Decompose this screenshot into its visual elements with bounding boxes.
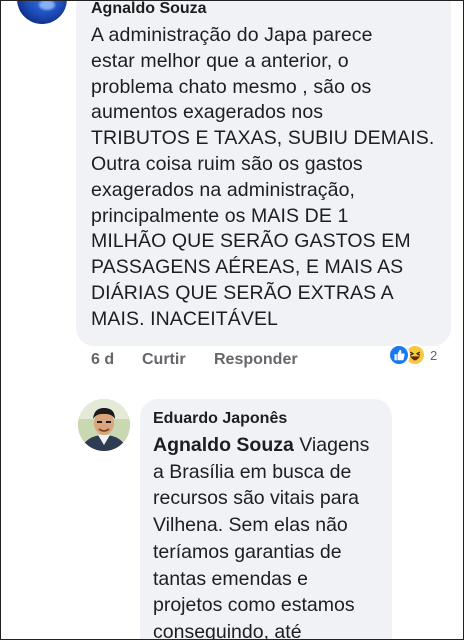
comment-text-line: MAIS. INACEITÁVEL <box>91 307 278 330</box>
comment-text-line: A administração do Japa parece <box>91 24 373 46</box>
comment-text-line: DIÁRIAS QUE SERÃO EXTRAS A <box>91 281 394 304</box>
comment-text: A administração do Japa parece estar mel… <box>91 23 447 333</box>
commenter-avatar[interactable] <box>17 0 67 24</box>
avatar-highlight <box>39 0 55 10</box>
like-button[interactable]: Curtir <box>142 351 186 369</box>
reaction-count: 2 <box>430 347 438 363</box>
comment-text-line: estar melhor que a anterior, o <box>91 49 349 72</box>
comment-text-line: principalmente os MAIS DE 1 <box>91 204 349 227</box>
comment-text-line: problema chato mesmo , são os <box>91 75 372 98</box>
comment-text-line: PASSAGENS AÉREAS, E MAIS AS <box>91 256 404 279</box>
reply-text: Agnaldo Souza Viagens a Brasília em busc… <box>153 432 389 640</box>
comment-text-line: MILHÃO QUE SERÃO GASTOS EM <box>91 230 411 253</box>
reply-text-fragment: Viagens <box>293 434 370 456</box>
reactions-summary[interactable]: 2 <box>388 343 437 367</box>
reply-text-line: teríamos garantias de <box>153 540 342 563</box>
mention-link[interactable]: Agnaldo Souza <box>153 434 294 456</box>
reply-text-line: Agnaldo Souza Viagens <box>153 432 389 459</box>
comment-author-name[interactable]: Agnaldo Souza <box>91 0 207 18</box>
reply-author-avatar[interactable] <box>78 399 130 451</box>
comment-text-line: TRIBUTOS E TAXAS, SUBIU DEMAIS. <box>91 127 435 150</box>
reply-button[interactable]: Responder <box>214 351 298 369</box>
reply-author-name[interactable]: Eduardo Japonês <box>153 410 287 428</box>
reply-text-line: tantas emendas e <box>153 567 309 590</box>
comment-text-line: exagerados na administração, <box>91 178 356 201</box>
comment-timestamp[interactable]: 6 d <box>91 351 114 369</box>
comment-text-line: aumentos exagerados nos <box>91 101 324 124</box>
reply-text-line: projetos como estamos <box>153 594 355 617</box>
reply-text-line: a Brasília em busca de <box>153 460 352 483</box>
comment-text-line: Outra coisa ruim são os gastos <box>91 152 363 175</box>
like-icon <box>388 344 410 366</box>
reply-text-line: Vilhena. Sem elas não <box>153 514 348 537</box>
reply-text-line: conseguindo, até <box>153 620 302 640</box>
reply-text-line: recursos são vitais para <box>153 487 359 510</box>
